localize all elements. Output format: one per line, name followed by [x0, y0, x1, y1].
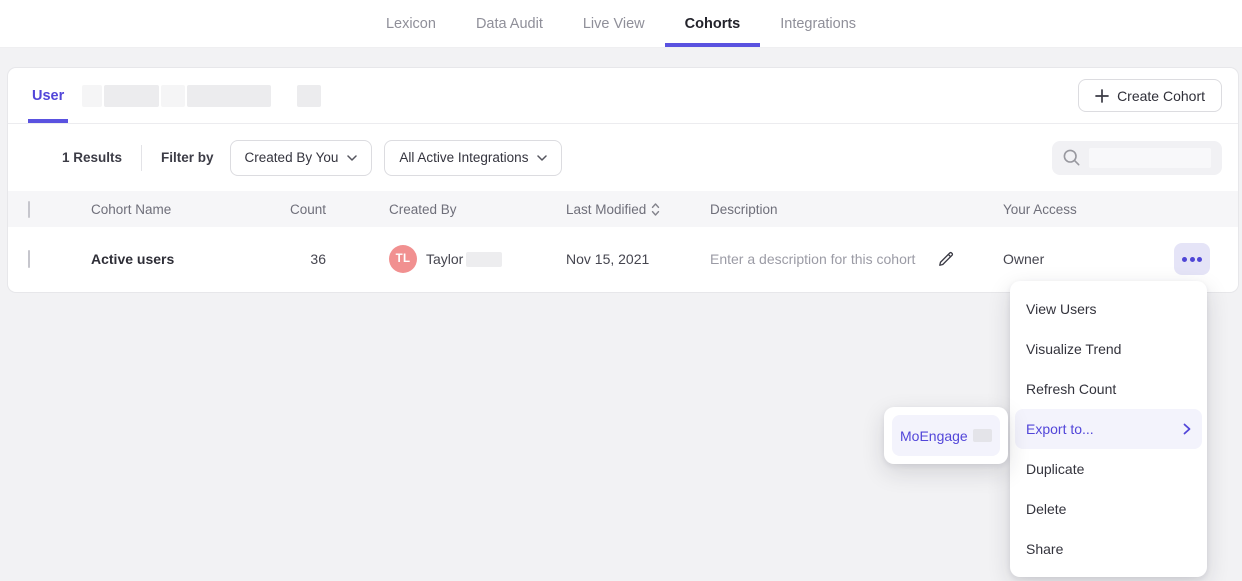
redacted-last-name: [466, 252, 502, 267]
top-nav: Lexicon Data Audit Live View Cohorts Int…: [0, 0, 1242, 48]
integrations-dropdown-value: All Active Integrations: [399, 150, 528, 165]
created-by-dropdown-value: Created By You: [245, 150, 339, 165]
nav-tab-integrations[interactable]: Integrations: [760, 0, 876, 47]
menu-item-duplicate[interactable]: Duplicate: [1010, 449, 1207, 489]
header-your-access: Your Access: [995, 202, 1160, 217]
export-submenu: MoEngage: [884, 407, 1008, 464]
redacted-block: [161, 85, 185, 107]
header-last-modified: Last Modified: [566, 202, 646, 217]
description-input[interactable]: Enter a description for this cohort: [710, 251, 915, 267]
menu-item-delete[interactable]: Delete: [1010, 489, 1207, 529]
submenu-item-moengage[interactable]: MoEngage: [892, 415, 1000, 456]
more-icon: [1182, 257, 1187, 262]
menu-item-view-users[interactable]: View Users: [1010, 289, 1207, 329]
plus-icon: [1095, 89, 1109, 103]
cohorts-panel: User Create Cohort 1 Results Filter by C…: [8, 68, 1238, 292]
divider: [141, 145, 142, 171]
cohort-type-tabs: User Create Cohort: [8, 68, 1238, 124]
chevron-down-icon: [537, 155, 547, 161]
row-actions-menu: View Users Visualize Trend Refresh Count…: [1010, 281, 1207, 577]
creator-avatar: TL: [389, 245, 417, 273]
export-to-label: Export to...: [1026, 421, 1094, 437]
nav-tab-cohorts[interactable]: Cohorts: [665, 0, 761, 47]
select-all-checkbox[interactable]: [28, 201, 30, 218]
tab-user-cohorts[interactable]: User: [28, 68, 68, 123]
redacted-block: [104, 85, 159, 107]
header-count: Count: [246, 202, 326, 217]
nav-tab-lexicon[interactable]: Lexicon: [366, 0, 456, 47]
filter-by-label: Filter by: [161, 150, 214, 165]
menu-item-share[interactable]: Share: [1010, 529, 1207, 569]
redacted-search-text: [1089, 148, 1211, 168]
created-by-dropdown[interactable]: Created By You: [230, 140, 373, 176]
access-value: Owner: [995, 251, 1160, 267]
row-actions-button[interactable]: [1174, 243, 1210, 275]
menu-item-visualize-trend[interactable]: Visualize Trend: [1010, 329, 1207, 369]
edit-description-pencil-icon[interactable]: [936, 249, 956, 269]
search-input[interactable]: [1052, 141, 1222, 175]
table-header: Cohort Name Count Created By Last Modifi…: [8, 191, 1238, 227]
menu-item-export-to[interactable]: Export to...: [1015, 409, 1202, 449]
redacted-tab-labels: [82, 85, 321, 107]
header-cohort-name: Cohort Name: [91, 202, 246, 217]
search-icon: [1062, 148, 1081, 167]
moengage-label: MoEngage: [900, 428, 968, 444]
redacted-block: [82, 85, 102, 107]
create-cohort-label: Create Cohort: [1117, 88, 1205, 104]
create-cohort-button[interactable]: Create Cohort: [1078, 79, 1222, 112]
filter-bar: 1 Results Filter by Created By You All A…: [8, 124, 1238, 191]
redacted-block: [973, 429, 992, 442]
cohort-name-link[interactable]: Active users: [91, 251, 246, 267]
cohort-count: 36: [246, 251, 326, 267]
redacted-block: [187, 85, 271, 107]
nav-tab-live-view[interactable]: Live View: [563, 0, 665, 47]
header-created-by: Created By: [326, 202, 558, 217]
menu-item-refresh-count[interactable]: Refresh Count: [1010, 369, 1207, 409]
sort-icon[interactable]: [651, 202, 660, 217]
results-count: 1 Results: [62, 150, 122, 165]
integrations-dropdown[interactable]: All Active Integrations: [384, 140, 562, 176]
chevron-right-icon: [1183, 423, 1191, 435]
row-checkbox[interactable]: [28, 250, 30, 268]
header-description: Description: [702, 202, 995, 217]
nav-tab-data-audit[interactable]: Data Audit: [456, 0, 563, 47]
redacted-block: [297, 85, 321, 107]
creator-name: Taylor: [426, 251, 463, 267]
chevron-down-icon: [347, 155, 357, 161]
last-modified-date: Nov 15, 2021: [558, 251, 702, 267]
